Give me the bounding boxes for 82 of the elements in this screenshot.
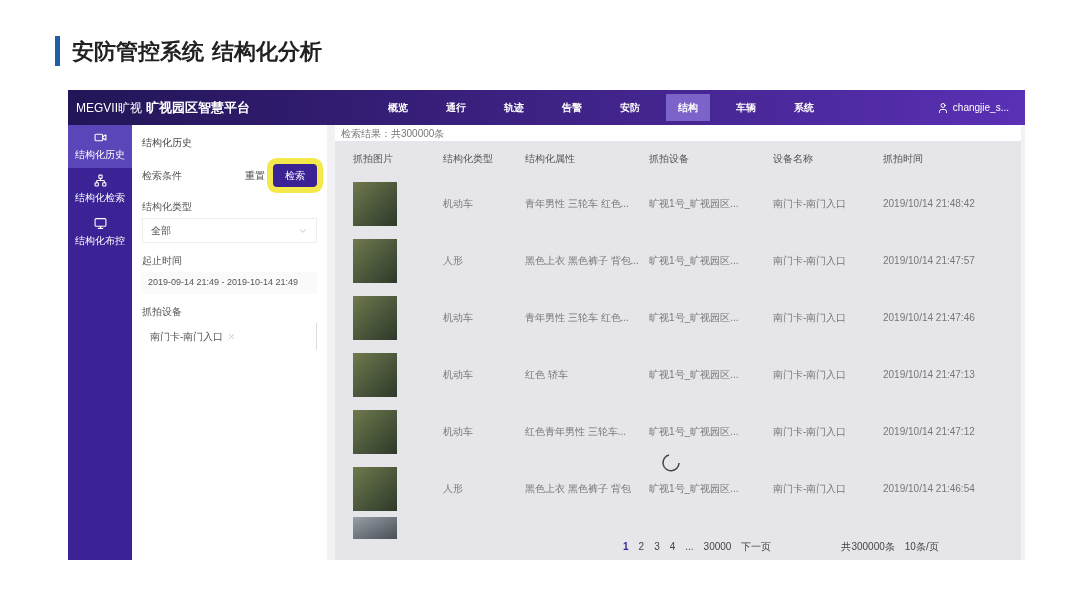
column-header: 结构化属性 — [525, 151, 576, 166]
table-cell-text: 旷视1号_旷视园区... — [649, 482, 739, 496]
table-cell-text: 机动车 — [443, 368, 474, 382]
slide-title: 安防管控系统 结构化分析 — [72, 37, 322, 66]
reset-button[interactable]: 重置 — [245, 168, 265, 183]
table-cell-text: 2019/10/14 21:47:46 — [883, 311, 976, 325]
logo: MEGVII旷视 — [76, 99, 143, 117]
table-cell-text: 旷视1号_旷视园区... — [649, 368, 739, 382]
nav-tab[interactable]: 概览 — [376, 94, 420, 121]
nav-tab[interactable]: 告警 — [550, 94, 594, 121]
sidebar-item-icon — [93, 174, 107, 187]
remove-tag-icon[interactable] — [227, 331, 237, 341]
page-link[interactable]: 2 — [638, 539, 645, 554]
field-label: 结构化类型 — [142, 200, 193, 214]
page-size-select[interactable]: 10条/页 — [904, 539, 939, 554]
page-link[interactable]: 3 — [654, 539, 660, 554]
table-cell-text: 机动车 — [443, 197, 474, 211]
nav-tab[interactable]: 系统 — [782, 94, 826, 121]
page-link[interactable]: 1 — [623, 539, 629, 554]
table-cell-text: 旷视1号_旷视园区... — [649, 311, 739, 325]
photo-placeholder — [353, 181, 397, 226]
table-cell-text: 机动车 — [443, 425, 474, 439]
page-link[interactable]: 4 — [669, 539, 676, 554]
conditions-label: 检索条件 — [142, 169, 182, 183]
platform-name: 旷视园区智慧平台 — [146, 98, 251, 117]
nav-tab[interactable]: 通行 — [434, 94, 478, 121]
title-accent-bar — [55, 36, 60, 66]
table-cell-text: 2019/10/14 21:47:13 — [883, 368, 976, 382]
table-cell-text: 青年男性 三轮车 红色... — [525, 311, 630, 325]
sidebar-item[interactable]: 结构化布控 — [68, 211, 132, 254]
table-cell-text: 南门卡-南门入口 — [773, 197, 848, 211]
total-count: 共300000条 — [841, 540, 895, 554]
field-label: 起止时间 — [142, 254, 183, 268]
table-cell-text: 2019/10/14 21:48:42 — [883, 197, 976, 211]
table-cell-text: 南门卡-南门入口 — [773, 425, 848, 439]
column-header: 抓拍图片 — [353, 151, 394, 166]
table-cell-text: 旷视1号_旷视园区... — [649, 197, 739, 211]
page-link[interactable]: ... — [685, 539, 694, 554]
sidebar-item[interactable]: 结构化历史 — [68, 125, 132, 168]
photo-placeholder — [353, 466, 397, 511]
column-header: 结构化类型 — [443, 151, 494, 166]
table-cell-text: 2019/10/14 21:47:57 — [883, 254, 976, 268]
column-header: 抓拍时间 — [883, 151, 924, 166]
table-cell-text: 南门卡-南门入口 — [773, 368, 848, 382]
table-cell-text: 黑色上衣 黑色裤子 背包... — [525, 254, 640, 268]
photo-placeholder — [353, 238, 397, 283]
result-summary: 检索结果：共300000条 — [341, 126, 445, 141]
panel-title: 结构化历史 — [141, 136, 193, 150]
field-label: 抓拍设备 — [142, 304, 183, 319]
table-cell-text: 南门卡-南门入口 — [773, 482, 848, 496]
page-link[interactable]: 30000 — [703, 539, 732, 554]
table-cell-text: 机动车 — [443, 311, 474, 325]
date-range-field[interactable]: 2019-09-14 21:49 - 2019-10-14 21:49 — [142, 272, 317, 294]
table-cell-text: 2019/10/14 21:47:12 — [883, 425, 976, 439]
table-cell-text: 南门卡-南门入口 — [773, 254, 848, 268]
photo-placeholder — [353, 409, 397, 454]
nav-tab[interactable]: 轨迹 — [492, 94, 536, 121]
user-icon — [936, 101, 949, 114]
table-cell-text: 人形 — [443, 254, 464, 268]
photo-placeholder — [353, 352, 397, 397]
next-page-link[interactable]: 下一页 — [741, 539, 772, 554]
table-cell-text: 旷视1号_旷视园区... — [649, 254, 739, 268]
table-cell-text: 旷视1号_旷视园区... — [649, 425, 739, 439]
sidebar-item-icon — [93, 217, 107, 230]
table-cell-text: 红色青年男性 三轮车... — [525, 425, 628, 439]
nav-tab[interactable]: 结构 — [666, 94, 710, 121]
table-cell-text: 黑色上衣 黑色裤子 背包 — [525, 482, 632, 496]
nav-tab[interactable]: 安防 — [608, 94, 652, 121]
nav-tab[interactable]: 车辆 — [724, 94, 768, 121]
type-select[interactable]: 全部 — [142, 218, 317, 243]
table-cell-text: 人形 — [443, 482, 464, 496]
sidebar-item-icon — [93, 131, 107, 144]
sidebar-item[interactable]: 结构化检索 — [68, 168, 132, 211]
photo-placeholder — [353, 295, 397, 340]
column-header: 抓拍设备 — [649, 151, 690, 166]
column-header: 设备名称 — [773, 151, 814, 166]
table-cell-text: 南门卡-南门入口 — [773, 311, 848, 325]
user-name[interactable]: changjie_s... — [952, 100, 1009, 115]
table-cell-text: 红色 轿车 — [525, 368, 569, 382]
photo-placeholder — [353, 517, 397, 539]
table-cell-text: 青年男性 三轮车 红色... — [525, 197, 630, 211]
table-cell-text: 2019/10/14 21:46:54 — [883, 482, 976, 496]
